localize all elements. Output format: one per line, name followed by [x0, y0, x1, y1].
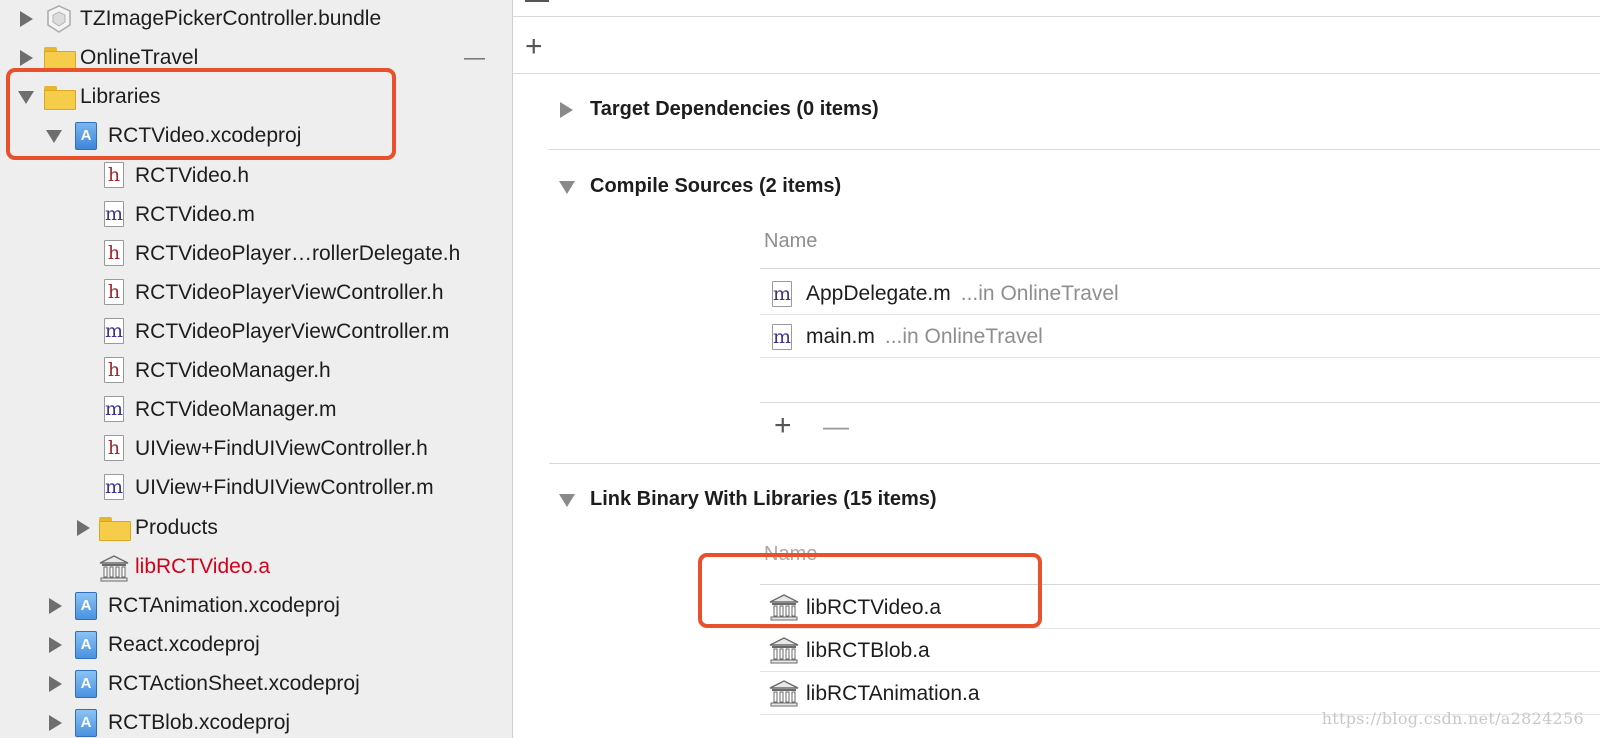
- objc-file-icon: m: [104, 318, 124, 344]
- navigator-item-label: RCTVideoManager.h: [135, 359, 331, 382]
- toolbar-control[interactable]: [525, 0, 549, 2]
- disclosure-collapsed-icon[interactable]: [49, 715, 62, 731]
- navigator-item-label: React.xcodeproj: [108, 633, 260, 656]
- scm-status-badge: —: [464, 46, 485, 69]
- bundle-icon: [47, 5, 71, 33]
- navigator-item-label: RCTBlob.xcodeproj: [108, 711, 291, 734]
- table-row[interactable]: libRCTBlob.a: [760, 629, 1600, 672]
- navigator-item-label: libRCTVideo.a: [135, 555, 271, 578]
- xcodeproj-icon: A: [75, 709, 97, 737]
- remove-source-button[interactable]: —: [823, 413, 849, 439]
- source-file-location: ...in OnlineTravel: [960, 282, 1119, 305]
- disclosure-collapsed-icon[interactable]: [49, 598, 62, 614]
- navigator-row-rctactionsheet-xcodeproj[interactable]: A RCTActionSheet.xcodeproj: [0, 665, 512, 703]
- navigator-row-file[interactable]: h RCTVideoPlayerViewController.h: [0, 274, 512, 312]
- navigator-row-file[interactable]: h RCTVideo.h: [0, 157, 512, 195]
- header-file-icon: h: [104, 279, 124, 305]
- section-count: (0 items): [796, 98, 879, 120]
- header-file-icon: h: [104, 357, 124, 383]
- add-build-phase-button[interactable]: +: [525, 32, 543, 62]
- navigator-item-label: RCTAnimation.xcodeproj: [108, 594, 340, 617]
- section-separator: [549, 149, 1600, 150]
- add-source-button[interactable]: +: [774, 411, 792, 441]
- table-row[interactable]: m main.m ...in OnlineTravel: [760, 315, 1600, 358]
- header-file-icon: h: [104, 162, 124, 188]
- disclosure-collapsed-icon[interactable]: [20, 50, 33, 66]
- navigator-item-label: UIView+FindUIViewController.h: [135, 437, 428, 460]
- library-name: libRCTAnimation.a: [806, 682, 980, 705]
- navigator-row-file[interactable]: h UIView+FindUIViewController.h: [0, 430, 512, 468]
- library-icon: [769, 637, 799, 664]
- disclosure-collapsed-icon[interactable]: [20, 11, 33, 27]
- navigator-row-file[interactable]: m RCTVideo.m: [0, 196, 512, 234]
- project-navigator: TZImagePickerController.bundle OnlineTra…: [0, 0, 512, 738]
- toolbar-separator: [513, 16, 1600, 17]
- source-file-location: ...in OnlineTravel: [884, 325, 1043, 348]
- objc-file-icon: m: [104, 474, 124, 500]
- objc-file-icon: m: [772, 324, 792, 350]
- navigator-row-file[interactable]: m UIView+FindUIViewController.m: [0, 469, 512, 507]
- table-footer-separator: [760, 402, 1600, 403]
- navigator-row-librctvideo[interactable]: libRCTVideo.a: [0, 548, 512, 586]
- navigator-row-file[interactable]: h RCTVideoManager.h: [0, 352, 512, 390]
- navigator-item-label: RCTVideoPlayerViewController.m: [135, 320, 450, 343]
- navigator-row-tzimagepicker-bundle[interactable]: TZImagePickerController.bundle: [0, 0, 512, 38]
- table-header-separator: [760, 268, 1600, 269]
- navigator-item-label: TZImagePickerController.bundle: [80, 7, 382, 30]
- section-title: Target Dependencies: [590, 98, 791, 120]
- section-title: Link Binary With Libraries: [590, 488, 838, 510]
- navigator-item-label: RCTActionSheet.xcodeproj: [108, 672, 360, 695]
- section-separator: [549, 463, 1600, 464]
- disclosure-expanded-icon[interactable]: [559, 181, 575, 194]
- xcodeproj-icon: A: [75, 631, 97, 659]
- objc-file-icon: m: [104, 396, 124, 422]
- navigator-row-rctanimation-xcodeproj[interactable]: A RCTAnimation.xcodeproj: [0, 587, 512, 625]
- navigator-item-label: RCTVideo.m: [135, 203, 255, 226]
- navigator-row-rctblob-xcodeproj[interactable]: A RCTBlob.xcodeproj: [0, 704, 512, 738]
- build-phases-editor: + Target Dependencies (0 items) Compile …: [513, 0, 1600, 738]
- watermark-text: https://blog.csdn.net/a2824256: [1321, 709, 1584, 728]
- navigator-item-label: RCTVideoPlayer…rollerDelegate.h: [135, 242, 461, 265]
- navigator-item-label: RCTVideoManager.m: [135, 398, 337, 421]
- objc-file-icon: m: [772, 281, 792, 307]
- navigator-item-label: UIView+FindUIViewController.m: [135, 476, 434, 499]
- section-title: Compile Sources: [590, 175, 754, 197]
- header-file-icon: h: [104, 240, 124, 266]
- table-row-separator: [760, 357, 1600, 358]
- navigator-item-label: RCTVideoPlayerViewController.h: [135, 281, 444, 304]
- library-name: libRCTBlob.a: [806, 639, 930, 662]
- navigator-row-react-xcodeproj[interactable]: A React.xcodeproj: [0, 626, 512, 664]
- toolbar-separator: [513, 73, 1600, 74]
- xcodeproj-icon: A: [75, 592, 97, 620]
- annotation-highlight-box: [698, 553, 1042, 628]
- disclosure-collapsed-icon[interactable]: [49, 637, 62, 653]
- library-icon: [99, 555, 129, 582]
- navigator-item-label: RCTVideo.h: [135, 164, 250, 187]
- disclosure-collapsed-icon[interactable]: [49, 676, 62, 692]
- section-count: (2 items): [758, 175, 842, 197]
- navigator-row-file[interactable]: m RCTVideoPlayerViewController.m: [0, 313, 512, 351]
- objc-file-icon: m: [104, 201, 124, 227]
- folder-icon: [99, 517, 131, 541]
- navigator-item-label: Products: [135, 516, 218, 539]
- xcodeproj-icon: A: [75, 670, 97, 698]
- header-file-icon: h: [104, 435, 124, 461]
- annotation-highlight-box: [6, 68, 396, 160]
- source-file-name: main.m: [806, 325, 875, 348]
- navigator-row-file[interactable]: h RCTVideoPlayer…rollerDelegate.h: [0, 235, 512, 273]
- disclosure-expanded-icon[interactable]: [559, 494, 575, 507]
- section-count: (15 items): [843, 488, 937, 510]
- disclosure-collapsed-icon[interactable]: [560, 102, 573, 118]
- table-column-header-name[interactable]: Name: [764, 230, 817, 253]
- table-row[interactable]: m AppDelegate.m ...in OnlineTravel: [760, 272, 1600, 315]
- navigator-row-file[interactable]: m RCTVideoManager.m: [0, 391, 512, 429]
- navigator-row-products[interactable]: Products: [0, 509, 512, 547]
- library-icon: [769, 680, 799, 707]
- source-file-name: AppDelegate.m: [806, 282, 951, 305]
- disclosure-collapsed-icon[interactable]: [77, 520, 90, 536]
